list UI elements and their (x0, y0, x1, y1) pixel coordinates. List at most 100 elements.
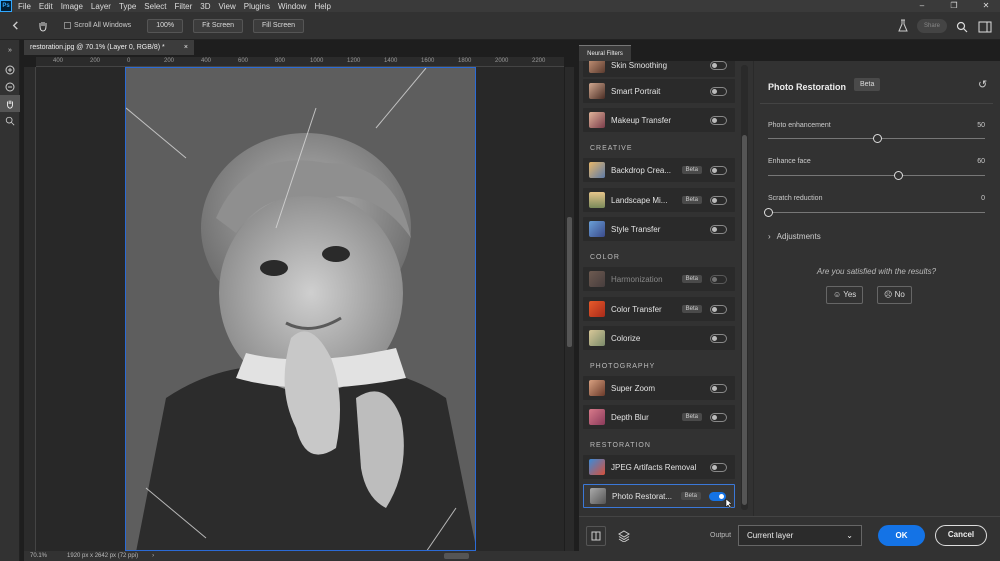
collapse-chevrons-icon[interactable]: » (0, 42, 20, 59)
menu-edit[interactable]: Edit (39, 2, 53, 11)
menu-image[interactable]: Image (61, 2, 83, 11)
hand-tool-icon[interactable] (0, 95, 20, 112)
filter-toggle[interactable] (710, 383, 727, 393)
filter-toggle[interactable] (709, 491, 726, 501)
slider-value-scratch-reduction[interactable]: 0 (965, 195, 985, 202)
zoom-in-icon[interactable] (0, 61, 20, 78)
horizontal-scrollbar-thumb[interactable] (444, 553, 469, 559)
zoom-100-button[interactable]: 100% (147, 18, 184, 33)
menu-plugins[interactable]: Plugins (244, 2, 270, 11)
filter-toggle[interactable] (710, 165, 727, 175)
filter-toggle[interactable] (710, 462, 727, 472)
category-restoration: RESTORATION (590, 442, 651, 449)
filter-label: Colorize (611, 333, 641, 343)
menu-view[interactable]: View (219, 2, 236, 11)
filter-style-transfer[interactable]: Style Transfer (583, 217, 735, 241)
filter-toggle[interactable] (710, 304, 727, 314)
filter-backdrop-creator[interactable]: Backdrop Crea... Beta (583, 158, 735, 182)
filter-toggle[interactable] (710, 224, 727, 234)
filter-landscape-mixer[interactable]: Landscape Mi... Beta (583, 188, 735, 212)
smile-icon: ☺ (833, 290, 842, 299)
filter-label: JPEG Artifacts Removal (611, 462, 697, 472)
filter-jpeg-artifacts-removal[interactable]: JPEG Artifacts Removal (583, 455, 735, 479)
scrollbar-thumb[interactable] (567, 217, 572, 347)
close-tab-icon[interactable]: × (184, 40, 188, 55)
share-button[interactable]: Share (917, 19, 947, 33)
slider-value-enhance-face[interactable]: 60 (965, 158, 985, 165)
zoom-out-icon[interactable] (0, 78, 20, 95)
menu-3d[interactable]: 3D (200, 2, 210, 11)
zoom-level[interactable]: 70.1% (30, 553, 47, 559)
feedback-no-button[interactable]: ☹ No (877, 286, 912, 304)
slider-value-photo-enhancement[interactable]: 50 (965, 122, 985, 129)
filter-thumbnail (589, 83, 605, 99)
reset-icon[interactable]: ↺ (978, 78, 987, 91)
menu-select[interactable]: Select (144, 2, 166, 11)
filter-colorize[interactable]: Colorize (583, 326, 735, 350)
photo-canvas[interactable] (125, 67, 476, 551)
filter-toggle[interactable] (710, 195, 727, 205)
hand-tool-icon[interactable] (34, 17, 52, 35)
fill-screen-button[interactable]: Fill Screen (253, 18, 305, 33)
minimize-icon[interactable]: – (912, 0, 932, 12)
scrollbar-thumb[interactable] (742, 135, 747, 505)
menu-help[interactable]: Help (314, 2, 330, 11)
canvas-vertical-scrollbar[interactable] (565, 67, 574, 551)
beta-badge: Beta (681, 166, 702, 174)
filter-skin-smoothing[interactable]: Skin Smoothing (583, 61, 735, 77)
ok-button[interactable]: OK (878, 525, 925, 546)
filter-smart-portrait[interactable]: Smart Portrait (583, 79, 735, 103)
filter-harmonization[interactable]: Harmonization Beta (583, 267, 735, 291)
slider-knob-photo-enhancement[interactable] (872, 134, 882, 143)
back-arrow-icon[interactable] (6, 17, 24, 35)
filter-toggle[interactable] (710, 61, 727, 70)
slider-track-enhance-face[interactable] (768, 175, 985, 176)
filter-toggle[interactable] (710, 86, 727, 96)
cancel-button[interactable]: Cancel (935, 525, 987, 546)
filter-toggle[interactable] (710, 412, 727, 422)
split-view-icon[interactable] (586, 526, 606, 546)
neural-filters-tab[interactable]: Neural Filters (579, 45, 631, 61)
restore-icon[interactable]: ❐ (944, 0, 964, 12)
filter-photo-restoration[interactable]: Photo Restorat... Beta (583, 484, 735, 508)
filter-super-zoom[interactable]: Super Zoom (583, 376, 735, 400)
close-window-icon[interactable]: ✕ (976, 0, 996, 12)
filter-toggle[interactable] (710, 115, 727, 125)
menu-type[interactable]: Type (119, 2, 136, 11)
filter-depth-blur[interactable]: Depth Blur Beta (583, 405, 735, 429)
filter-toggle[interactable] (710, 333, 727, 343)
output-value: Current layer (747, 531, 794, 540)
ruler-tick: 400 (201, 58, 212, 64)
menu-file[interactable]: File (18, 2, 31, 11)
menu-filter[interactable]: Filter (175, 2, 193, 11)
feedback-yes-button[interactable]: ☺ Yes (826, 286, 864, 304)
menu-layer[interactable]: Layer (91, 2, 111, 11)
search-icon[interactable] (956, 20, 968, 33)
filter-thumbnail (589, 61, 605, 73)
restored-photo-child (126, 68, 475, 550)
checkbox-box[interactable] (64, 22, 71, 29)
flask-icon[interactable] (897, 19, 909, 33)
document-tab[interactable]: restoration.jpg @ 70.1% (Layer 0, RGB/8)… (24, 40, 194, 55)
layers-icon[interactable] (614, 526, 634, 546)
workspace-icon[interactable] (978, 20, 992, 33)
output-select[interactable]: Current layer ⌄ (738, 525, 862, 546)
chevron-right-icon[interactable]: › (152, 553, 154, 559)
fit-screen-button[interactable]: Fit Screen (193, 18, 243, 33)
filter-makeup-transfer[interactable]: Makeup Transfer (583, 108, 735, 132)
zoom-tool-icon[interactable] (0, 112, 20, 129)
menu-window[interactable]: Window (278, 2, 306, 11)
scroll-all-windows-checkbox[interactable]: Scroll All Windows (64, 22, 131, 29)
ruler-tick: 200 (90, 58, 101, 64)
adjustments-expander[interactable]: › Adjustments (768, 232, 821, 241)
filter-list-scrollbar[interactable] (741, 65, 748, 510)
filter-color-transfer[interactable]: Color Transfer Beta (583, 297, 735, 321)
filter-thumbnail (589, 459, 605, 475)
slider-knob-scratch-reduction[interactable] (764, 208, 773, 217)
vertical-ruler (24, 67, 36, 551)
filter-toggle[interactable] (710, 274, 727, 284)
ruler-tick: 1000 (310, 58, 324, 64)
slider-track-scratch-reduction[interactable] (768, 212, 985, 213)
ruler-tick: 1400 (384, 58, 398, 64)
beta-badge: Beta (681, 275, 702, 283)
